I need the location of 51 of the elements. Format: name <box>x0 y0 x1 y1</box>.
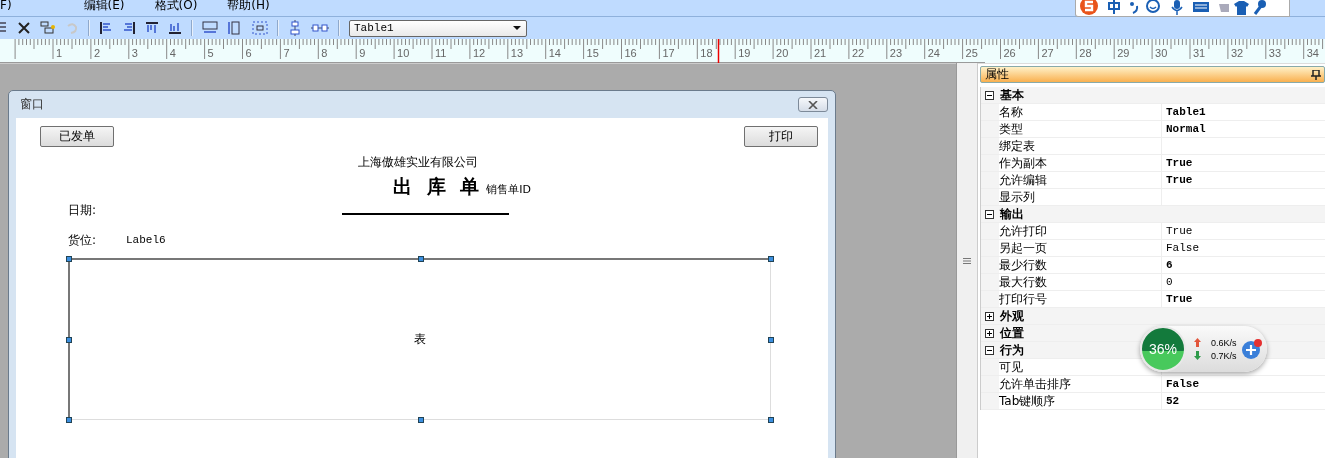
ruler-number: 15 <box>586 47 599 59</box>
ruler-number: 6 <box>245 47 252 59</box>
group-name: 外观 <box>1000 307 1024 325</box>
ruler-number: 2 <box>93 47 101 59</box>
ruler-number: 30 <box>1155 47 1168 59</box>
ruler-number: 29 <box>1117 47 1130 59</box>
ruler-number: 7 <box>283 47 290 59</box>
ruler-number: 11 <box>435 47 447 59</box>
ruler-number: 32 <box>1230 47 1244 59</box>
ruler-number: 25 <box>965 47 978 59</box>
window-title: 窗口 <box>20 96 44 113</box>
field-label: 货位: <box>68 231 98 249</box>
download-speed: 0.7K/s <box>1211 350 1237 361</box>
ruler-number: 10 <box>397 47 410 59</box>
field-value: Label6 <box>126 234 166 246</box>
ruler-number: 14 <box>548 47 561 59</box>
ruler-number: 18 <box>700 47 713 59</box>
ruler-number: 34 <box>1306 47 1319 59</box>
ruler-number: 5 <box>207 47 214 59</box>
group-name: 行为 <box>1000 341 1024 359</box>
ruler-number: 17 <box>662 47 675 59</box>
ruler-number: 24 <box>927 47 940 59</box>
ruler-number: 21 <box>814 47 827 59</box>
ruler-number: 28 <box>1079 47 1092 59</box>
usage-percent: 36% <box>1149 341 1177 357</box>
ruler-number: 13 <box>510 47 524 59</box>
upload-speed: 0.6K/s <box>1211 337 1237 348</box>
field-label: 日期: <box>68 201 98 219</box>
ruler-number: 26 <box>1003 47 1016 59</box>
ruler-number: 33 <box>1268 47 1282 59</box>
group-name: 位置 <box>1000 324 1024 342</box>
company-name: 上海傲雄实业有限公司 <box>356 154 479 171</box>
group-name: 基本 <box>1000 86 1024 104</box>
ruler-number: 1 <box>56 47 63 59</box>
ruler-number: 19 <box>738 47 751 59</box>
table-label: 表 <box>414 331 426 348</box>
ruler-number: 4 <box>169 47 176 59</box>
ruler-number: 20 <box>776 47 789 59</box>
ruler-number: 8 <box>321 47 328 59</box>
ruler-number: 31 <box>1193 47 1206 59</box>
ruler-number: 9 <box>359 47 366 59</box>
panel-title: 属性 <box>985 66 1009 83</box>
form-id-label: 销售单ID <box>486 182 531 197</box>
ruler-number: 3 <box>131 47 138 59</box>
ruler-number: 16 <box>624 47 637 59</box>
ruler-number: 23 <box>889 47 903 59</box>
ruler-number: 27 <box>1041 47 1054 59</box>
ruler-number: 12 <box>472 47 486 59</box>
group-name: 输出 <box>1000 205 1024 223</box>
form-title: 出 库 单 <box>393 174 484 199</box>
ruler-number: 22 <box>851 47 865 59</box>
